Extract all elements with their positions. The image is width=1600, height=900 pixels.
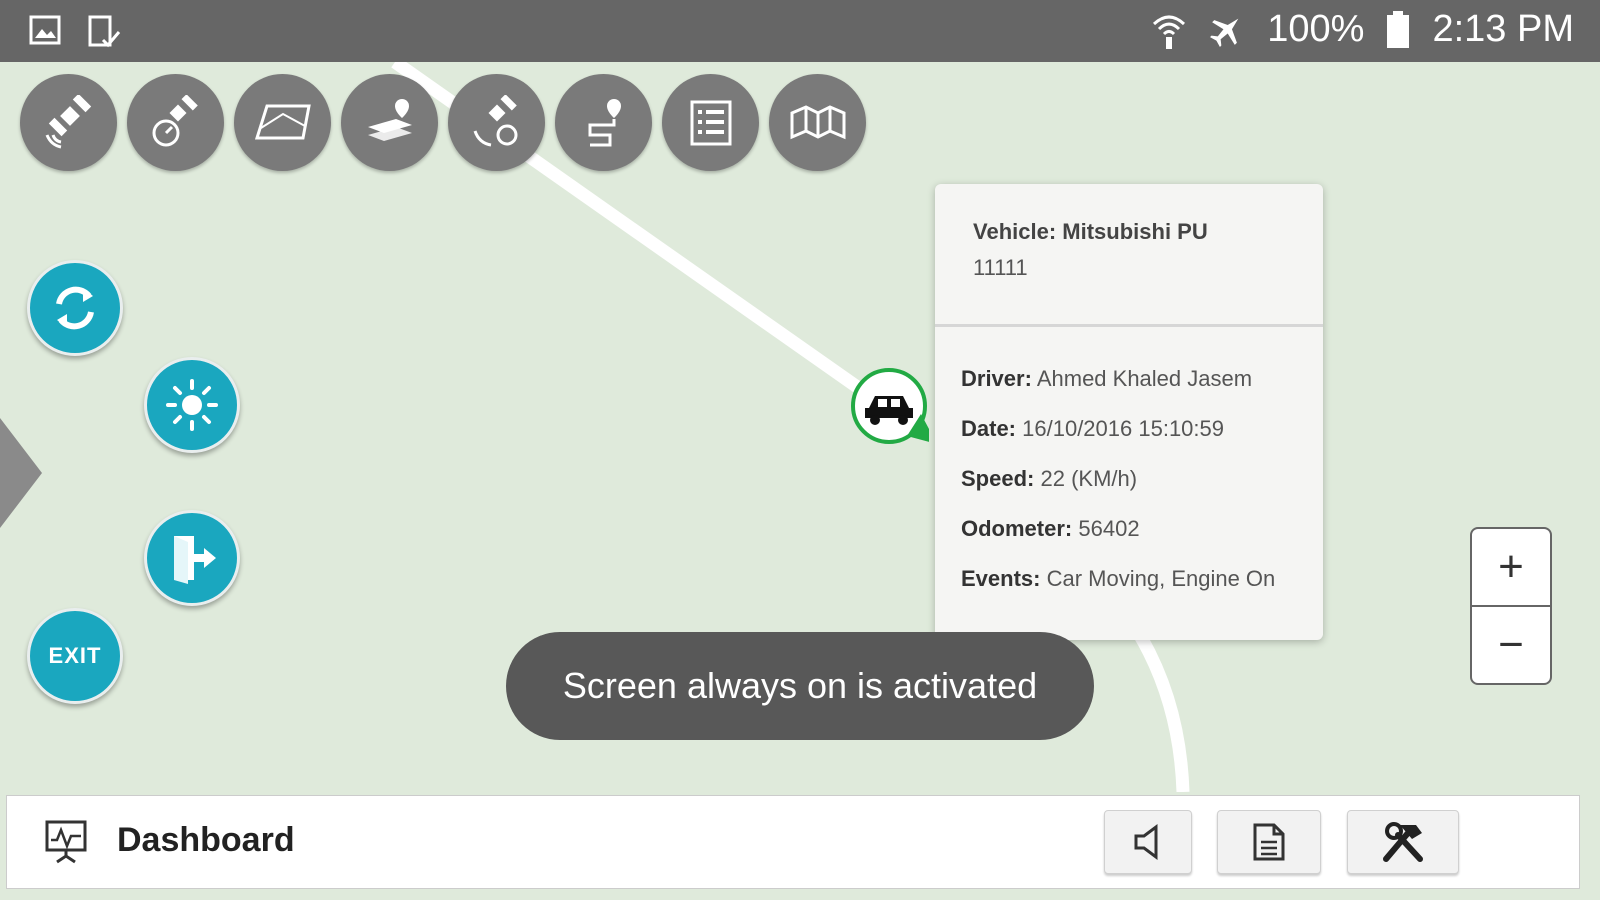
device-check-notification-icon xyxy=(88,15,121,48)
speed-row: Speed: 22 (KM/h) xyxy=(961,466,1137,492)
vehicle-marker[interactable] xyxy=(845,364,929,448)
map-view-button[interactable] xyxy=(769,74,866,171)
driver-label: Driver: xyxy=(961,366,1032,391)
speaker-icon xyxy=(1134,824,1158,860)
satellite-speed-button[interactable] xyxy=(127,74,224,171)
tools-icon xyxy=(1383,822,1423,862)
list-report-button[interactable] xyxy=(662,74,759,171)
satellite-tracking-button[interactable] xyxy=(20,74,117,171)
vehicle-info-popup: Vehicle: Mitsubishi PU 11111 Driver: Ahm… xyxy=(935,184,1323,640)
date-row: Date: 16/10/2016 15:10:59 xyxy=(961,416,1224,442)
brightness-icon xyxy=(166,379,218,431)
exit-label: EXIT xyxy=(48,643,102,668)
list-report-icon xyxy=(690,100,731,145)
sound-button[interactable] xyxy=(1104,810,1192,874)
route-path-icon xyxy=(588,98,621,146)
satellite-refresh-icon xyxy=(473,94,517,146)
geofence-area-button[interactable] xyxy=(234,74,331,171)
exit-button[interactable]: EXIT xyxy=(27,608,123,704)
toast-message: Screen always on is activated xyxy=(506,632,1094,740)
battery-percentage: 100% xyxy=(1267,8,1365,50)
vehicle-id: 11111 xyxy=(973,255,1028,280)
zoom-out-button[interactable]: − xyxy=(1472,607,1550,683)
odometer-value: 56402 xyxy=(1078,516,1140,541)
route-path-button[interactable] xyxy=(555,74,652,171)
layers-location-button[interactable] xyxy=(341,74,438,171)
events-value: Car Moving, Engine On xyxy=(1046,566,1276,591)
drawer-toggle-tab[interactable] xyxy=(0,418,42,528)
geofence-area-icon xyxy=(254,104,311,139)
airplane-mode-icon xyxy=(1210,18,1239,47)
driver-row: Driver: Ahmed Khaled Jasem xyxy=(961,366,1252,392)
image-notification-icon xyxy=(29,15,61,45)
logout-icon xyxy=(174,536,216,584)
popup-header: Vehicle: Mitsubishi PU 11111 xyxy=(935,184,1323,327)
tools-settings-button[interactable] xyxy=(1347,810,1459,874)
document-icon xyxy=(1253,823,1285,861)
speed-value: 22 (KM/h) xyxy=(1040,466,1138,491)
events-label: Events: xyxy=(961,566,1041,591)
layers-location-icon xyxy=(367,98,412,141)
status-indicators: 100% 2:13 PM xyxy=(1151,8,1574,51)
driver-value: Ahmed Khaled Jasem xyxy=(1036,366,1253,391)
page-title: Dashboard xyxy=(117,821,295,859)
vehicle-name: Mitsubishi PU xyxy=(1062,219,1208,244)
events-row: Events: Car Moving, Engine On xyxy=(961,566,1275,592)
satellite-refresh-button[interactable] xyxy=(448,74,545,171)
speed-label: Speed: xyxy=(961,466,1035,491)
status-notifications xyxy=(28,14,122,50)
clock: 2:13 PM xyxy=(1432,8,1574,50)
refresh-button[interactable] xyxy=(27,260,123,356)
odometer-label: Odometer: xyxy=(961,516,1073,541)
map-toolbar xyxy=(20,74,866,171)
zoom-in-button[interactable]: + xyxy=(1472,529,1550,605)
wifi-icon xyxy=(1153,15,1186,49)
satellite-speed-icon xyxy=(152,94,198,146)
dashboard-icon xyxy=(45,820,87,864)
satellite-tracking-icon xyxy=(45,94,91,148)
refresh-icon xyxy=(56,286,94,330)
odometer-row: Odometer: 56402 xyxy=(961,516,1140,542)
zoom-control: + − xyxy=(1470,527,1552,685)
map-view-icon xyxy=(790,104,845,139)
status-bar: 100% 2:13 PM xyxy=(0,0,1600,62)
bottom-bar: Dashboard xyxy=(6,795,1580,889)
report-document-button[interactable] xyxy=(1217,810,1321,874)
screen-always-on-button[interactable] xyxy=(144,357,240,453)
logout-button[interactable] xyxy=(144,510,240,606)
date-value: 16/10/2016 15:10:59 xyxy=(1022,416,1224,441)
battery-icon xyxy=(1387,10,1410,48)
date-label: Date: xyxy=(961,416,1017,441)
vehicle-label: Vehicle: xyxy=(973,219,1057,244)
